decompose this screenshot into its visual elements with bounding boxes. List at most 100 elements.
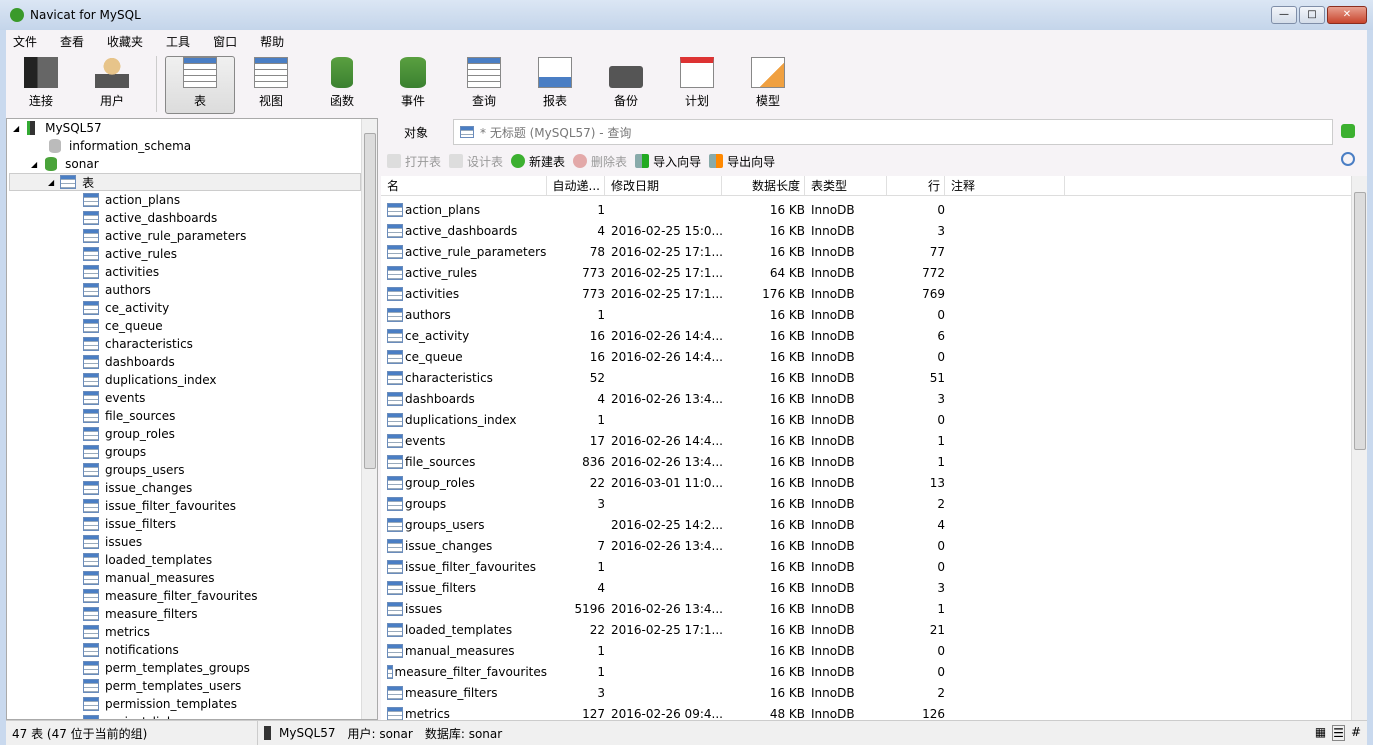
toolbar-schedule-button[interactable]: 计划 [662,56,732,114]
table-row[interactable]: file_sources 836 2016-02-26 13:4... 16 KB In… [381,451,1351,472]
tree-table-item[interactable]: dashboards [83,353,175,371]
tree-table-item[interactable]: permission_templates [83,695,237,713]
tree-table-item[interactable]: loaded_templates [83,551,212,569]
tree-table-item[interactable]: issue_filters [83,515,176,533]
column-header[interactable]: 行 [887,176,945,195]
table-row[interactable]: issue_filters 4 16 KB InnoDB 3 [381,577,1351,598]
menu-item[interactable]: 窗口 [213,33,237,50]
tree-table-item[interactable]: active_rules [83,245,177,263]
toolbar-report-button[interactable]: 报表 [520,56,590,114]
table-row[interactable]: issues 5196 2016-02-26 13:4... 16 KB InnoDB 1 [381,598,1351,619]
open-table-button[interactable]: 打开表 [387,153,441,170]
detail-view-icon[interactable]: # [1351,725,1361,741]
tree-table-item[interactable]: perm_templates_users [83,677,241,695]
table-row[interactable]: groups_users 2016-02-25 14:2... 16 KB InnoD… [381,514,1351,535]
table-row[interactable]: active_rules 773 2016-02-25 17:1... 64 KB In… [381,262,1351,283]
tree-table-item[interactable]: perm_templates_groups [83,659,250,677]
tree-table-item[interactable]: action_plans [83,191,180,209]
tree-table-item[interactable]: notifications [83,641,179,659]
tree-table-item[interactable]: metrics [83,623,150,641]
table-row[interactable]: manual_measures 1 16 KB InnoDB 0 [381,640,1351,661]
tree-connection[interactable]: ◢ MySQL57 [13,119,102,137]
table-row[interactable]: ce_queue 16 2016-02-26 14:4... 16 KB InnoDB 0 [381,346,1351,367]
column-header[interactable]: 表类型 [807,176,887,195]
table-row[interactable]: action_plans 1 16 KB InnoDB 0 [381,199,1351,220]
tree-table-item[interactable]: group_roles [83,425,175,443]
tree-table-item[interactable]: active_dashboards [83,209,217,227]
table-row[interactable]: activities 773 2016-02-25 17:1... 176 KB Inn… [381,283,1351,304]
grid-view-icon[interactable]: ▦ [1315,725,1326,741]
tree-table-item[interactable]: active_rule_parameters [83,227,246,245]
table-row[interactable]: groups 3 16 KB InnoDB 2 [381,493,1351,514]
menu-item[interactable]: 工具 [166,33,190,50]
toolbar-backup-button[interactable]: 备份 [591,56,661,114]
table-row[interactable]: measure_filter_favourites 1 16 KB InnoDB 0 [381,661,1351,682]
table-row[interactable]: ce_activity 16 2016-02-26 14:4... 16 KB Inno… [381,325,1351,346]
table-row[interactable]: issue_filter_favourites 1 16 KB InnoDB 0 [381,556,1351,577]
tab-objects[interactable]: 对象 [381,118,451,146]
tree-table-item[interactable]: duplications_index [83,371,217,389]
table-row[interactable]: dashboards 4 2016-02-26 13:4... 16 KB InnoDB… [381,388,1351,409]
table-row[interactable]: loaded_templates 22 2016-02-25 17:1... 16 K… [381,619,1351,640]
tree-table-item[interactable]: authors [83,281,151,299]
menu-item[interactable]: 收藏夹 [107,33,143,50]
column-header[interactable]: 名 [383,176,547,195]
tree-table-item[interactable]: groups_users [83,461,185,479]
toolbar-function-button[interactable]: 函数 [307,56,377,114]
tree-table-item[interactable]: issue_filter_favourites [83,497,236,515]
table-row[interactable]: duplications_index 1 16 KB InnoDB 0 [381,409,1351,430]
table-row[interactable]: measure_filters 3 16 KB InnoDB 2 [381,682,1351,703]
column-header[interactable]: 数据长度 [722,176,805,195]
toolbar-connection-button[interactable]: 连接 [6,56,76,114]
tree-table-item[interactable]: characteristics [83,335,193,353]
collapse-arrow-icon[interactable]: ◢ [48,178,54,187]
table-row[interactable]: characteristics 52 16 KB InnoDB 51 [381,367,1351,388]
table-row[interactable]: active_rule_parameters 78 2016-02-25 17:1.… [381,241,1351,262]
tree-table-item[interactable]: manual_measures [83,569,215,587]
toolbar-model-button[interactable]: 模型 [733,56,803,114]
collapse-arrow-icon[interactable]: ◢ [31,160,37,169]
column-header[interactable]: 注释 [947,176,1065,195]
toolbar-user-button[interactable]: 用户 [77,56,147,114]
table-row[interactable]: group_roles 22 2016-03-01 11:0... 16 KB Inno… [381,472,1351,493]
search-icon[interactable] [1341,152,1355,166]
tree-database[interactable]: information_schema [49,137,191,155]
tree-table-item[interactable]: project_links [83,713,180,719]
collapse-arrow-icon[interactable]: ◢ [13,124,19,133]
table-scrollbar[interactable] [1351,176,1367,720]
table-row[interactable]: active_dashboards 4 2016-02-25 15:0... 16 K… [381,220,1351,241]
add-query-icon[interactable] [1341,124,1355,138]
table-row[interactable]: metrics 127 2016-02-26 09:4... 48 KB InnoDB 1… [381,703,1351,720]
maximize-button[interactable]: □ [1299,6,1325,24]
tree-group-tables[interactable]: ◢ 表 [9,173,361,191]
column-header[interactable]: 修改日期 [607,176,722,195]
tree-table-item[interactable]: events [83,389,145,407]
tree-table-item[interactable]: file_sources [83,407,175,425]
tree-table-item[interactable]: activities [83,263,159,281]
menu-item[interactable]: 查看 [60,33,84,50]
tree-table-item[interactable]: groups [83,443,146,461]
menu-item[interactable]: 文件 [13,33,37,50]
toolbar-table-button[interactable]: 表 [165,56,235,114]
design-table-button[interactable]: 设计表 [449,153,503,170]
table-row[interactable]: authors 1 16 KB InnoDB 0 [381,304,1351,325]
tree-table-item[interactable]: issue_changes [83,479,192,497]
export-wizard-button[interactable]: 导出向导 [709,153,775,170]
tree-table-item[interactable]: measure_filters [83,605,198,623]
toolbar-view-button[interactable]: 视图 [236,56,306,114]
tree-database[interactable]: ◢ sonar [31,155,99,173]
tab-query[interactable]: * 无标题 (MySQL57) - 查询 [453,119,1333,145]
minimize-button[interactable]: — [1271,6,1297,24]
tree-table-item[interactable]: ce_activity [83,299,169,317]
import-wizard-button[interactable]: 导入向导 [635,153,701,170]
list-view-icon[interactable]: ☰ [1332,725,1345,741]
toolbar-query-button[interactable]: 查询 [449,56,519,114]
delete-table-button[interactable]: 删除表 [573,153,627,170]
tree-table-item[interactable]: ce_queue [83,317,163,335]
tree-scrollbar[interactable] [361,119,377,719]
new-table-button[interactable]: 新建表 [511,153,565,170]
table-row[interactable]: issue_changes 7 2016-02-26 13:4... 16 KB Inn… [381,535,1351,556]
tree-table-item[interactable]: measure_filter_favourites [83,587,257,605]
toolbar-event-button[interactable]: 事件 [378,56,448,114]
table-row[interactable]: events 17 2016-02-26 14:4... 16 KB InnoDB 1 [381,430,1351,451]
